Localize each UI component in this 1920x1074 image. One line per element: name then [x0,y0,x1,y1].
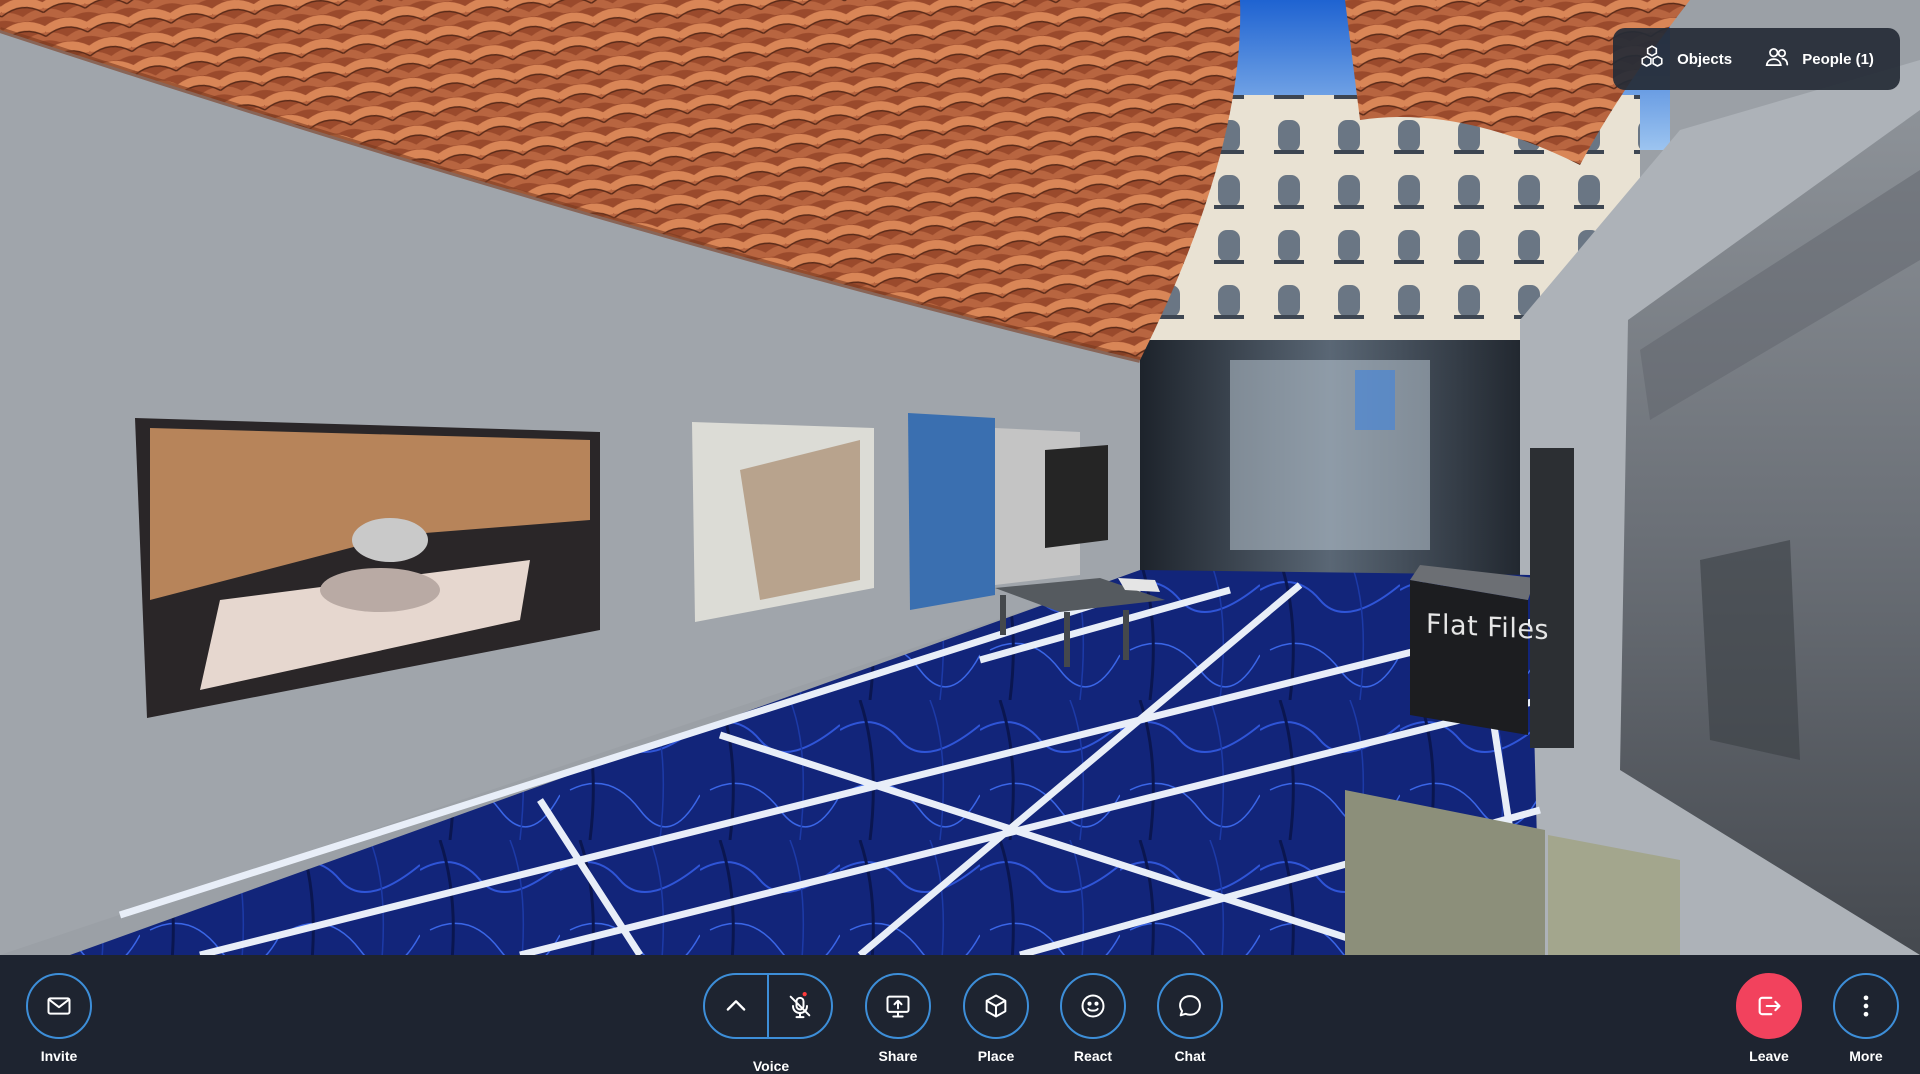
react-control: React [1048,973,1138,1064]
people-button[interactable]: People (1) [1754,36,1884,82]
envelope-icon [47,997,71,1015]
chat-label: Chat [1174,1048,1206,1064]
kebab-icon [1863,995,1869,1017]
invite-control: Invite [14,973,104,1064]
chat-control: Chat [1145,973,1235,1064]
react-button[interactable] [1060,973,1126,1039]
gallery-room [0,0,1920,955]
place-control: Place [951,973,1041,1064]
share-button[interactable] [865,973,931,1039]
share-control: Share [853,973,943,1064]
mic-off-icon [789,992,811,1019]
top-right-panel: Objects People (1) [1613,28,1900,90]
cube-icon [985,994,1007,1018]
more-control: More [1821,973,1911,1064]
leave-button[interactable] [1736,973,1802,1039]
cubes-icon [1639,44,1665,74]
more-label: More [1849,1048,1883,1064]
place-label: Place [977,1048,1015,1064]
place-button[interactable] [963,973,1029,1039]
voice-button[interactable] [769,975,831,1037]
screen-share-icon [886,995,910,1018]
smiley-icon [1081,994,1105,1018]
chat-bubble-icon [1179,995,1201,1017]
3d-viewport[interactable]: Flat Files [0,0,1920,955]
share-label: Share [878,1048,918,1064]
more-button[interactable] [1833,973,1899,1039]
invite-label: Invite [40,1048,78,1064]
bottom-toolbar: Invite Voice Share Place React Chat Leav… [0,955,1920,1074]
leave-label: Leave [1749,1048,1789,1064]
exit-icon [1758,996,1781,1016]
objects-label: Objects [1677,50,1733,68]
people-icon [1764,44,1790,74]
people-label: People (1) [1802,50,1874,68]
react-label: React [1073,1048,1113,1064]
chat-button[interactable] [1157,973,1223,1039]
voice-label: Voice [752,1058,790,1074]
objects-button[interactable]: Objects [1629,36,1742,82]
voice-control [703,973,833,1039]
voice-options-button[interactable] [705,975,767,1037]
chevron-up-icon [726,1000,746,1011]
invite-button[interactable] [26,973,92,1039]
flat-files-sign: Flat Files [1426,608,1549,647]
leave-control: Leave [1724,973,1814,1064]
